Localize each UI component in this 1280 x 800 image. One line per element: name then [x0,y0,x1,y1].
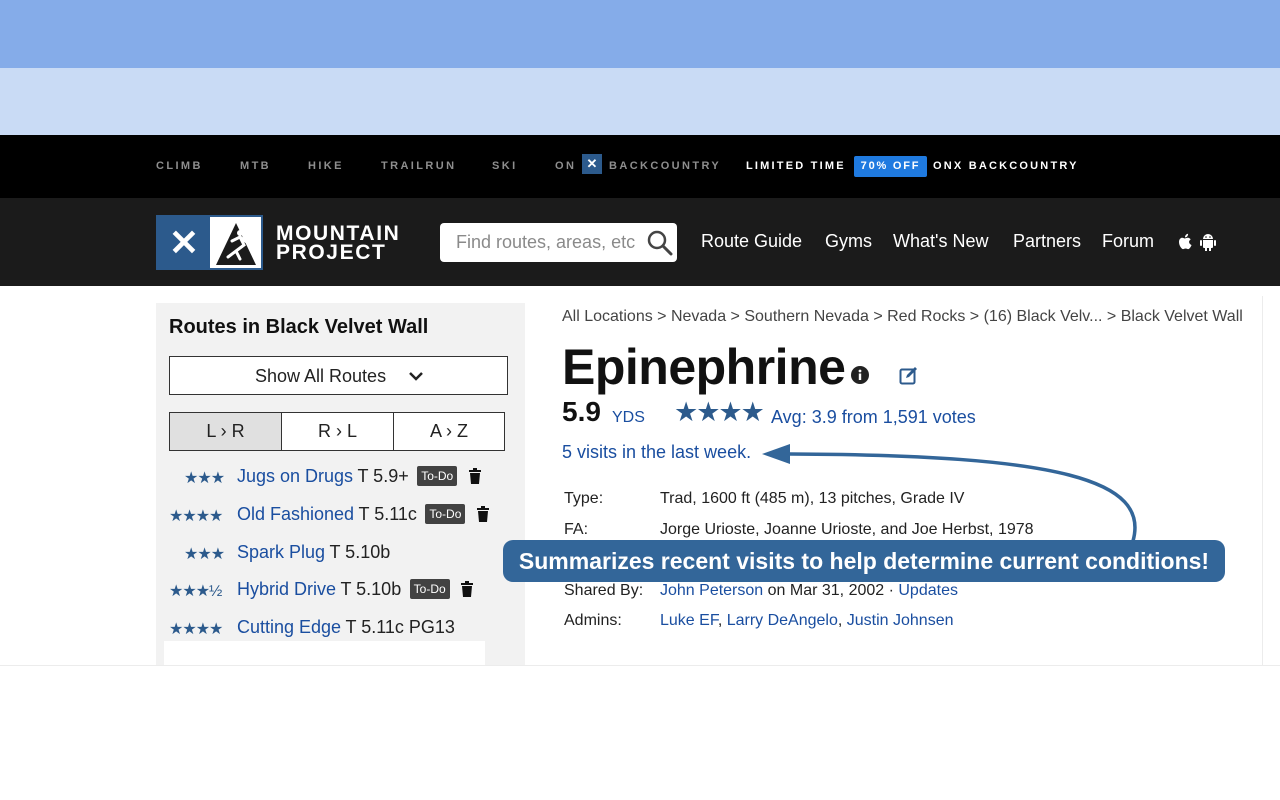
route-star-rating: ★★★ [184,546,225,563]
onx-backcountry-link[interactable]: BACKCOUNTRY [609,160,721,172]
fa-value: Jorge Urioste, Joanne Urioste, and Joe H… [660,521,1034,538]
network-link-ski[interactable]: SKI [492,160,518,172]
route-grade-value: 5.9 [562,396,601,427]
todo-badge[interactable]: To-Do [409,579,450,599]
content-right-border [1262,296,1263,666]
updates-link[interactable]: Updates [898,582,958,599]
sort-alphabetical[interactable]: A › Z [394,413,504,450]
shared-by-user-link[interactable]: John Peterson [660,582,763,599]
breadcrumb-all-locations[interactable]: All Locations [562,308,653,325]
logo-line-project: PROJECT [276,241,387,264]
nav-forum[interactable]: Forum [1102,231,1154,252]
nav-gyms[interactable]: Gyms [825,231,872,252]
onx-on-label[interactable]: ON [555,160,576,172]
type-label: Type: [564,490,604,507]
apple-icon[interactable] [1175,232,1195,252]
trash-icon[interactable] [468,468,482,484]
route-link[interactable]: Cutting Edge [237,617,341,637]
breadcrumb-black-velvet-wall[interactable]: Black Velvet Wall [1121,308,1243,325]
nav-route-guide[interactable]: Route Guide [701,231,802,252]
logo-wordmark[interactable]: MOUNTAIN PROJECT [276,223,400,264]
logo-x-icon: ✕ [168,222,200,263]
show-all-label: Show All Routes [255,366,387,386]
mountain-project-logo[interactable]: ✕ [156,215,263,270]
route-grade: T 5.10b [329,542,391,562]
route-link[interactable]: Spark Plug [237,542,325,562]
top-banner-band [0,0,1280,68]
trash-icon[interactable] [460,581,474,597]
network-link-trailrun[interactable]: TRAILRUN [381,160,456,172]
rating-summary-link[interactable]: Avg: 3.9 from 1,591 votes [771,407,976,428]
nav-partners[interactable]: Partners [1013,231,1081,252]
network-link-hike[interactable]: HIKE [308,160,344,172]
recent-visits-link[interactable]: 5 visits in the last week. [562,442,751,463]
android-icon[interactable] [1198,232,1218,252]
type-value: Trad, 1600 ft (485 m), 13 pitches, Grade… [660,490,965,507]
secondary-banner-band [0,68,1280,135]
sort-toggle-group: L › R R › L A › Z [169,412,505,451]
network-link-mtb[interactable]: MTB [240,160,271,172]
info-icon[interactable] [851,366,869,384]
breadcrumb-red-rocks[interactable]: Red Rocks [887,308,965,325]
admin-link[interactable]: Justin Johnsen [847,612,954,629]
shared-by-value: John Peterson on Mar 31, 2002 · Updates [660,582,958,600]
promo-prefix[interactable]: LIMITED TIME [746,160,846,172]
trash-icon[interactable] [476,506,490,522]
breadcrumb-black-velvet[interactable]: (16) Black Velv... [984,308,1103,325]
grade-system-link[interactable]: YDS [612,409,645,427]
sidebar-footer-box [164,641,485,665]
page-title: Epinephrine [562,339,846,395]
admins-label: Admins: [564,612,622,629]
sort-right-to-left[interactable]: R › L [282,413,393,450]
sort-left-to-right[interactable]: L › R [170,413,281,450]
sidebar-title: Routes in Black Velvet Wall [169,316,429,338]
admin-link[interactable]: Larry DeAngelo [727,612,838,629]
breadcrumb: All Locations > Nevada > Southern Nevada… [562,308,1243,325]
network-bar: CLIMB MTB HIKE TRAILRUN SKI ON ✕ BACKCOU… [0,135,1280,198]
shared-by-label: Shared By: [564,582,644,599]
todo-badge[interactable]: To-Do [425,504,466,524]
route-link[interactable]: Old Fashioned [237,504,354,524]
breadcrumb-southern-nevada[interactable]: Southern Nevada [744,308,869,325]
route-grade: T 5.11c PG13 [345,617,455,637]
network-link-climb[interactable]: CLIMB [156,160,203,172]
route-link[interactable]: Hybrid Drive [237,579,336,599]
search-box [440,223,677,262]
admin-link[interactable]: Luke EF [660,612,718,629]
search-icon[interactable] [646,229,674,257]
logo-climber-icon [210,217,261,268]
route-grade: T 5.10b [340,579,402,599]
route-star-rating: ★★★½ [169,583,222,600]
route-link[interactable]: Jugs on Drugs [237,466,353,486]
annotation-callout: Summarizes recent visits to help determi… [503,540,1225,582]
route-star-rating[interactable]: ★★★★ [674,397,765,428]
show-all-routes-dropdown[interactable]: Show All Routes [169,356,508,395]
route-star-rating: ★★★★ [169,621,223,638]
edit-icon[interactable] [899,366,918,385]
admins-value: Luke EF, Larry DeAngelo, Justin Johnsen [660,612,954,629]
fa-label: FA: [564,521,589,538]
content-divider [0,665,1280,666]
search-input[interactable] [456,231,646,253]
breadcrumb-nevada[interactable]: Nevada [671,308,726,325]
nav-whats-new[interactable]: What's New [893,231,988,252]
promo-suffix[interactable]: ONX BACKCOUNTRY [933,160,1079,172]
route-star-rating: ★★★★ [169,508,223,525]
route-grade: T 5.9+ [357,466,409,486]
route-grade: T 5.11c [358,504,417,524]
onx-logo-icon[interactable]: ✕ [582,154,602,174]
route-star-rating: ★★★ [184,470,225,487]
promo-badge[interactable]: 70% OFF [854,156,927,177]
shared-date: on Mar 31, 2002 · [763,582,899,599]
chevron-down-icon [409,372,423,381]
todo-badge[interactable]: To-Do [417,466,458,486]
